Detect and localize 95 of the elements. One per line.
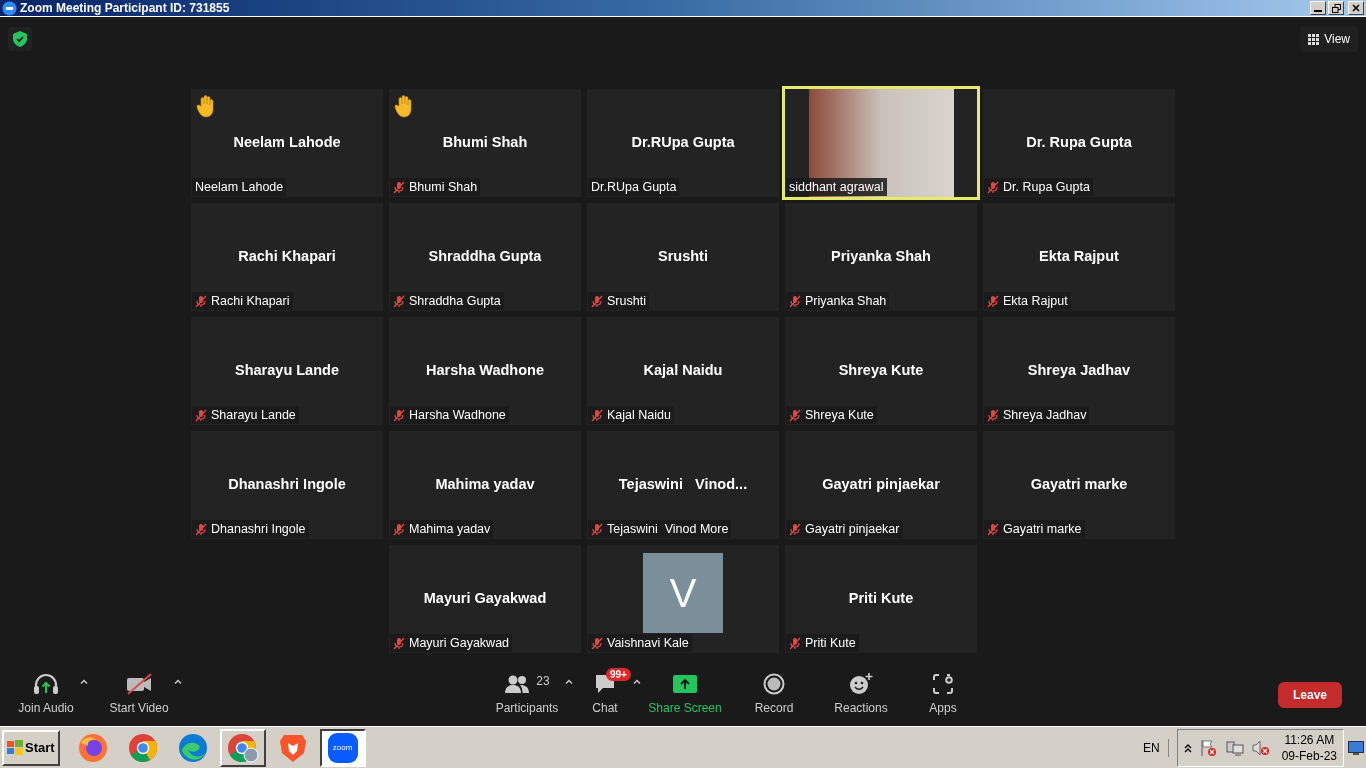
smiley-plus-icon [849,673,873,695]
network-icon[interactable] [1225,738,1244,757]
caret-up-icon [80,678,88,684]
participant-name: Gayatri marke [1030,475,1128,495]
participant-name: Priyanka Shah [831,247,931,267]
participant-name: Shreya Jadhav [1027,361,1131,381]
participant-label: Sharayu Lande [211,406,296,424]
toolbar-button[interactable]: Join Audio [10,672,82,717]
minimize-button[interactable] [1310,1,1326,15]
window-title: Zoom Meeting Participant ID: 731855 [20,0,230,17]
flag-error-icon[interactable] [1199,738,1218,757]
participant-label: siddhant agrawal [789,178,884,196]
participant-label: Harsha Wadhone [409,406,506,424]
avatar-tile: V [643,553,723,633]
unread-badge: 99+ [606,668,631,681]
chrome-icon [127,732,158,763]
participant-label: Bhumi Shah [409,178,478,196]
participant-label: Ekta Rajput [1003,292,1068,310]
windows-logo-icon [7,739,23,756]
participant-label: Srushti [607,292,646,310]
close-icon [1352,4,1360,12]
toolbar-button[interactable]: Share Screen [643,672,727,717]
participant-label: Shreya Kute [805,406,874,424]
participant-label: Vaishnavi Kale [607,634,689,652]
taskbar-app-button[interactable]: zoom [319,728,366,767]
participant-name: Neelam Lahode [233,133,341,153]
caret-up-icon [565,678,573,684]
apps-icon [933,674,953,694]
participant-name: Gayatri pinjaekar [822,475,940,495]
show-desktop-icon[interactable] [1348,740,1364,755]
participant-name: Bhumi Shah [442,133,528,153]
participant-label: Dr.RUpa Gupta [591,178,677,196]
headphones-icon [33,673,59,695]
security-shield-button[interactable] [8,27,32,51]
participant-name: Dhanashri Ingole [228,475,346,495]
participant-name: Priti Kute [848,589,914,609]
participant-name: Srushti [658,247,708,267]
restore-button[interactable] [1328,1,1344,15]
view-button[interactable]: View [1300,26,1358,52]
participant-label: Kajal Naidu [607,406,671,424]
speaker-muted-icon[interactable] [1251,738,1270,757]
chrome-profile-icon [226,732,259,763]
toolbar-button[interactable]: Apps [913,672,973,717]
participant-label: Dr. Rupa Gupta [1003,178,1090,196]
firefox-icon [77,732,108,763]
participant-label: Mayuri Gayakwad [409,634,510,652]
participant-name: Ekta Rajput [1039,247,1119,267]
participant-label: Rachi Khapari [211,292,290,310]
participant-label: Mahima yadav [409,520,491,538]
participant-label: Shraddha Gupta [409,292,501,310]
participant-name: Mayuri Gayakwad [423,589,547,609]
participant-label: Gayatri marke [1003,520,1082,538]
grid-icon [1308,33,1320,45]
share-screen-icon [673,675,697,693]
lion-head-icon [279,732,306,763]
close-button[interactable] [1348,1,1364,15]
participant-name: Kajal Naidu [643,361,723,381]
toolbar-button[interactable]: 23 Participants [487,672,567,717]
participant-label: Tejaswini Vinod More [607,520,729,538]
participant-label: Dhanashri Ingole [211,520,306,538]
participant-name: Rachi Khapari [238,247,336,267]
record-icon [763,673,785,695]
participant-name: Mahima yadav [435,475,535,495]
caret-up-icon [633,678,641,684]
participant-label: Neelam Lahode [195,178,284,196]
toolbar-button[interactable]: Reactions [821,672,901,717]
participant-name: Dr. Rupa Gupta [1026,133,1132,153]
participant-name: Harsha Wadhone [426,361,544,381]
participant-name: Sharayu Lande [235,361,339,381]
shield-icon [13,31,27,47]
leave-button[interactable]: Leave [1277,681,1342,708]
participant-name: Shreya Kute [838,361,924,381]
restore-icon [1331,3,1341,13]
language-indicator[interactable]: EN [1142,738,1169,757]
toolbar-button[interactable]: Start Video [102,672,176,717]
camera-off-icon [125,673,153,695]
participant-name: Dr.RUpa Gupta [631,133,735,153]
minimize-icon [1314,10,1322,12]
edge-icon [177,732,208,763]
participant-label: Gayatri pinjaekar [805,520,900,538]
participant-name: Tejaswini Vinod... [618,475,748,495]
participant-label: Priti Kute [805,634,856,652]
start-button[interactable]: Start [2,729,60,766]
clock-time: 11:26 AM [1284,731,1335,748]
chevron-up-icon[interactable] [1183,742,1192,753]
participant-label: Shreya Jadhav [1003,406,1087,424]
caret-up-icon [174,678,182,684]
people-icon [504,674,531,694]
toolbar-button[interactable]: Record [739,672,809,717]
taskbar-app-button[interactable] [219,728,266,767]
clock-date: 09-Feb-23 [1281,747,1337,764]
participant-count: 23 [536,673,550,690]
zoom-app-icon: zoom [327,732,358,763]
participant-name: Shraddha Gupta [428,247,542,267]
participant-label: Priyanka Shah [805,292,887,310]
